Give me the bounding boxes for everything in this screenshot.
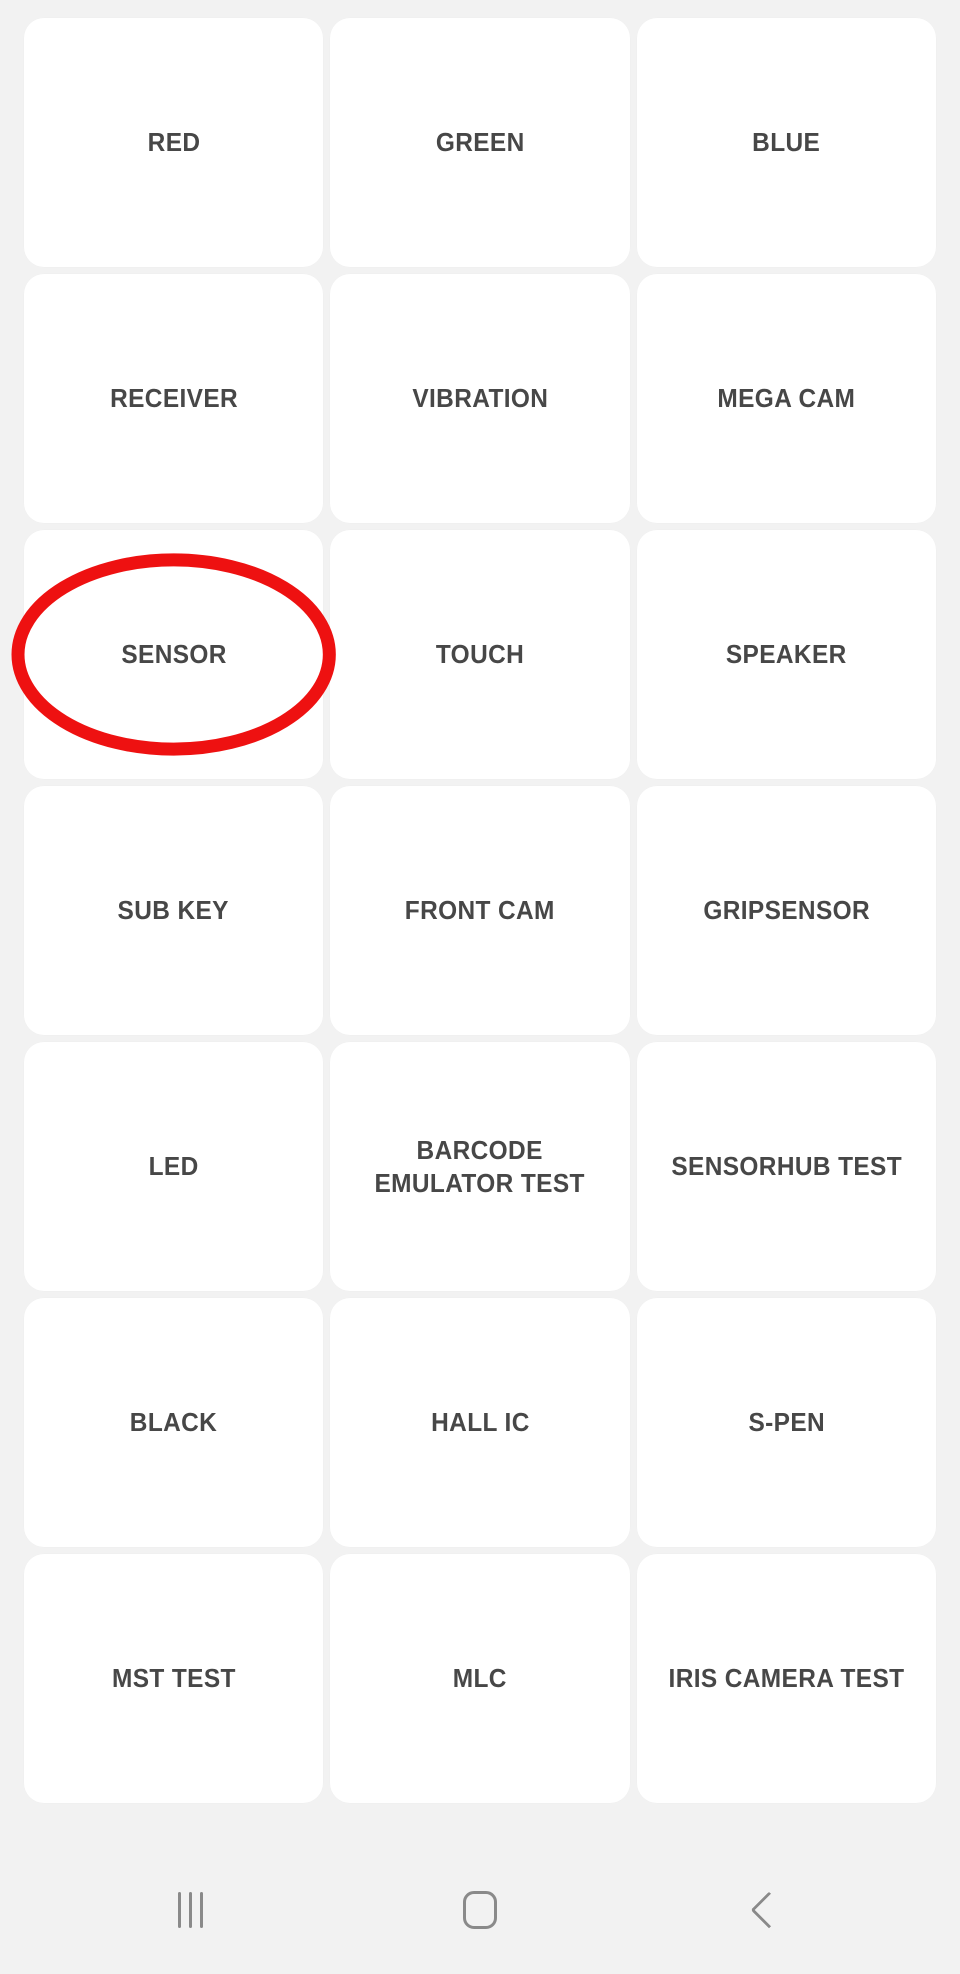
back-chevron-icon	[750, 1891, 788, 1929]
test-button-barcode-emulator-test[interactable]: BARCODE EMULATOR TEST	[330, 1042, 630, 1291]
test-button-label: GREEN	[435, 127, 525, 158]
hardware-test-screen: RED GREEN BLUE RECEIVER VIBRATION MEGA C…	[0, 0, 960, 1974]
system-navigation-bar	[0, 1846, 960, 1974]
nav-recents-button[interactable]	[116, 1860, 266, 1960]
test-button-mst-test[interactable]: MST TEST	[24, 1554, 324, 1803]
test-button-label: SPEAKER	[725, 639, 847, 670]
test-button-label: FRONT CAM	[404, 895, 555, 926]
test-button-label: SUB KEY	[118, 895, 230, 926]
test-button-label: S-PEN	[748, 1407, 825, 1438]
test-button-sub-key[interactable]: SUB KEY	[24, 786, 324, 1035]
test-button-label: VIBRATION	[411, 383, 548, 414]
test-button-mega-cam[interactable]: MEGA CAM	[636, 274, 936, 523]
test-grid-container: RED GREEN BLUE RECEIVER VIBRATION MEGA C…	[0, 0, 960, 1846]
test-button-label: SENSORHUB TEST	[670, 1151, 902, 1182]
test-button-label: MEGA CAM	[717, 383, 856, 414]
test-button-receiver[interactable]: RECEIVER	[24, 274, 324, 523]
nav-back-button[interactable]	[694, 1860, 844, 1960]
test-button-label: HALL IC	[430, 1407, 530, 1438]
test-button-speaker[interactable]: SPEAKER	[636, 530, 936, 779]
test-button-sensor[interactable]: SENSOR	[24, 530, 324, 779]
test-button-label: GRIPSENSOR	[702, 895, 870, 926]
test-button-label: MLC	[452, 1663, 508, 1694]
test-button-mlc[interactable]: MLC	[330, 1554, 630, 1803]
test-button-touch[interactable]: TOUCH	[330, 530, 630, 779]
test-button-grid: RED GREEN BLUE RECEIVER VIBRATION MEGA C…	[0, 18, 960, 1803]
test-button-black[interactable]: BLACK	[24, 1298, 324, 1547]
test-button-label: LED	[148, 1151, 199, 1182]
test-button-label: IRIS CAMERA TEST	[668, 1663, 905, 1694]
test-button-green[interactable]: GREEN	[330, 18, 630, 267]
home-icon	[462, 1891, 497, 1929]
test-button-label: TOUCH	[435, 639, 525, 670]
test-button-blue[interactable]: BLUE	[636, 18, 936, 267]
test-button-s-pen[interactable]: S-PEN	[636, 1298, 936, 1547]
test-button-label: BLUE	[752, 127, 821, 158]
test-button-sensorhub-test[interactable]: SENSORHUB TEST	[636, 1042, 936, 1291]
test-button-red[interactable]: RED	[24, 18, 324, 267]
test-button-hall-ic[interactable]: HALL IC	[330, 1298, 630, 1547]
test-button-label: SENSOR	[120, 639, 227, 670]
test-button-label: RED	[147, 127, 201, 158]
test-button-front-cam[interactable]: FRONT CAM	[330, 786, 630, 1035]
recents-icon	[178, 1892, 204, 1928]
test-button-label: BLACK	[129, 1407, 218, 1438]
test-button-vibration[interactable]: VIBRATION	[330, 274, 630, 523]
test-button-iris-camera-test[interactable]: IRIS CAMERA TEST	[636, 1554, 936, 1803]
nav-home-button[interactable]	[405, 1860, 555, 1960]
test-button-label: RECEIVER	[109, 383, 238, 414]
test-button-gripsensor[interactable]: GRIPSENSOR	[636, 786, 936, 1035]
test-button-label: BARCODE EMULATOR TEST	[374, 1134, 586, 1198]
test-button-label: MST TEST	[111, 1663, 236, 1694]
test-button-led[interactable]: LED	[24, 1042, 324, 1291]
